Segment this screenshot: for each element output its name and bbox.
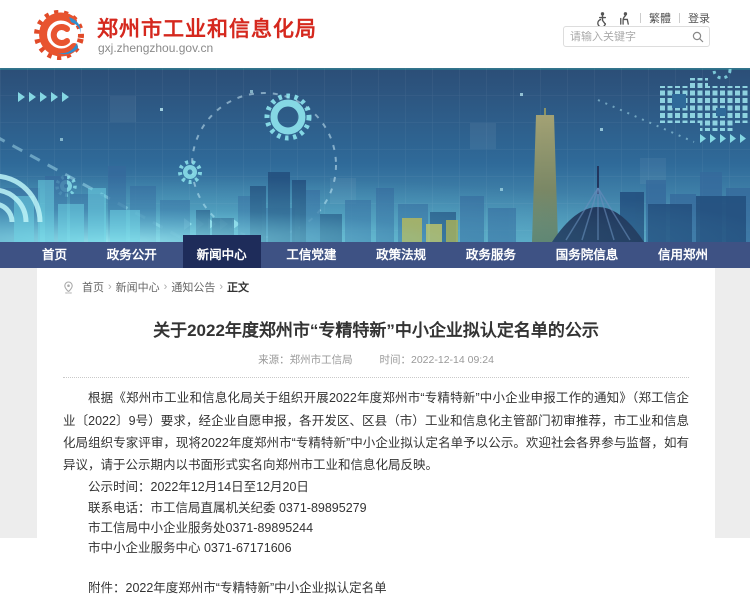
- breadcrumb-separator: ›: [219, 281, 223, 293]
- nav-item-services[interactable]: 政务服务: [452, 242, 530, 268]
- article-body: 根据《郑州市工业和信息化局关于组织开展2022年度郑州市“专精特新”中小企业申报…: [63, 387, 689, 596]
- search-box: [563, 26, 710, 47]
- article-card: 首页 › 新闻中心 › 通知公告 › 正文 关于2022年度郑州市“专精特新”中…: [37, 268, 715, 538]
- search-input[interactable]: [564, 31, 687, 43]
- nav-item-gov-affairs[interactable]: 政务公开: [93, 242, 171, 268]
- divider: [640, 13, 641, 23]
- nav-item-credit-zhengzhou[interactable]: 信用郑州: [644, 242, 722, 268]
- article-meta: 来源：郑州市工信局 时间：2022-12-14 09:24: [63, 352, 689, 367]
- banner: [0, 68, 750, 242]
- elderly-mode-icon[interactable]: [617, 11, 632, 26]
- nav-item-news-center[interactable]: 新闻中心: [183, 242, 261, 268]
- main-nav: 首页 政务公开 新闻中心 工信党建 政策法规 政务服务 国务院信息 信用郑州: [0, 242, 750, 268]
- contact-phone-line: 联系电话：市工信局直属机关纪委 0371-89895279: [63, 499, 689, 517]
- breadcrumb-home[interactable]: 首页: [82, 279, 104, 295]
- sme-service-center-line: 市中小企业服务中心 0371-67171606: [63, 539, 689, 557]
- search-icon: [692, 31, 704, 43]
- breadcrumb-separator: ›: [164, 281, 168, 293]
- site-title: 郑州市工业和信息化局: [97, 13, 317, 43]
- nav-item-party-building[interactable]: 工信党建: [272, 242, 350, 268]
- article-source: 来源：郑州市工信局: [258, 354, 353, 366]
- divider: [679, 13, 680, 23]
- site-logo-icon: [33, 7, 89, 63]
- publicity-period-line: 公示时间：2022年12月14日至12月20日: [63, 478, 689, 496]
- nav-item-home[interactable]: 首页: [28, 242, 81, 268]
- traditional-chinese-link[interactable]: 繁體: [649, 10, 671, 26]
- banner-image: [0, 68, 750, 242]
- divider: [63, 377, 689, 378]
- site-url: gxj.zhengzhou.gov.cn: [98, 41, 213, 55]
- content-area: 首页 › 新闻中心 › 通知公告 › 正文 关于2022年度郑州市“专精特新”中…: [0, 268, 750, 538]
- header-utility-links: 繁體 登录: [588, 10, 710, 26]
- article-time: 时间：2022-12-14 09:24: [380, 354, 494, 366]
- accessibility-icon[interactable]: [595, 11, 610, 26]
- search-button[interactable]: [687, 27, 709, 46]
- article-paragraph: 根据《郑州市工业和信息化局关于组织开展2022年度郑州市“专精特新”中小企业申报…: [63, 387, 689, 476]
- nav-item-state-council-info[interactable]: 国务院信息: [542, 242, 633, 268]
- article-title: 关于2022年度郑州市“专精特新”中小企业拟认定名单的公示: [63, 316, 689, 341]
- sme-service-office-line: 市工信局中小企业服务处0371-89895244: [63, 519, 689, 537]
- breadcrumb-news-center[interactable]: 新闻中心: [116, 279, 160, 295]
- login-link[interactable]: 登录: [688, 10, 710, 26]
- breadcrumb: 首页 › 新闻中心 › 通知公告 › 正文: [63, 268, 689, 295]
- breadcrumb-current: 正文: [227, 279, 249, 295]
- site-header: 郑州市工业和信息化局 gxj.zhengzhou.gov.cn 繁體 登录: [0, 0, 750, 68]
- location-pin-icon: [63, 281, 74, 294]
- breadcrumb-notices[interactable]: 通知公告: [171, 279, 215, 295]
- attachment-link[interactable]: 附件：2022年度郑州市“专精特新”中小企业拟认定名单: [63, 577, 689, 596]
- breadcrumb-separator: ›: [108, 281, 112, 293]
- nav-item-policies[interactable]: 政策法规: [362, 242, 440, 268]
